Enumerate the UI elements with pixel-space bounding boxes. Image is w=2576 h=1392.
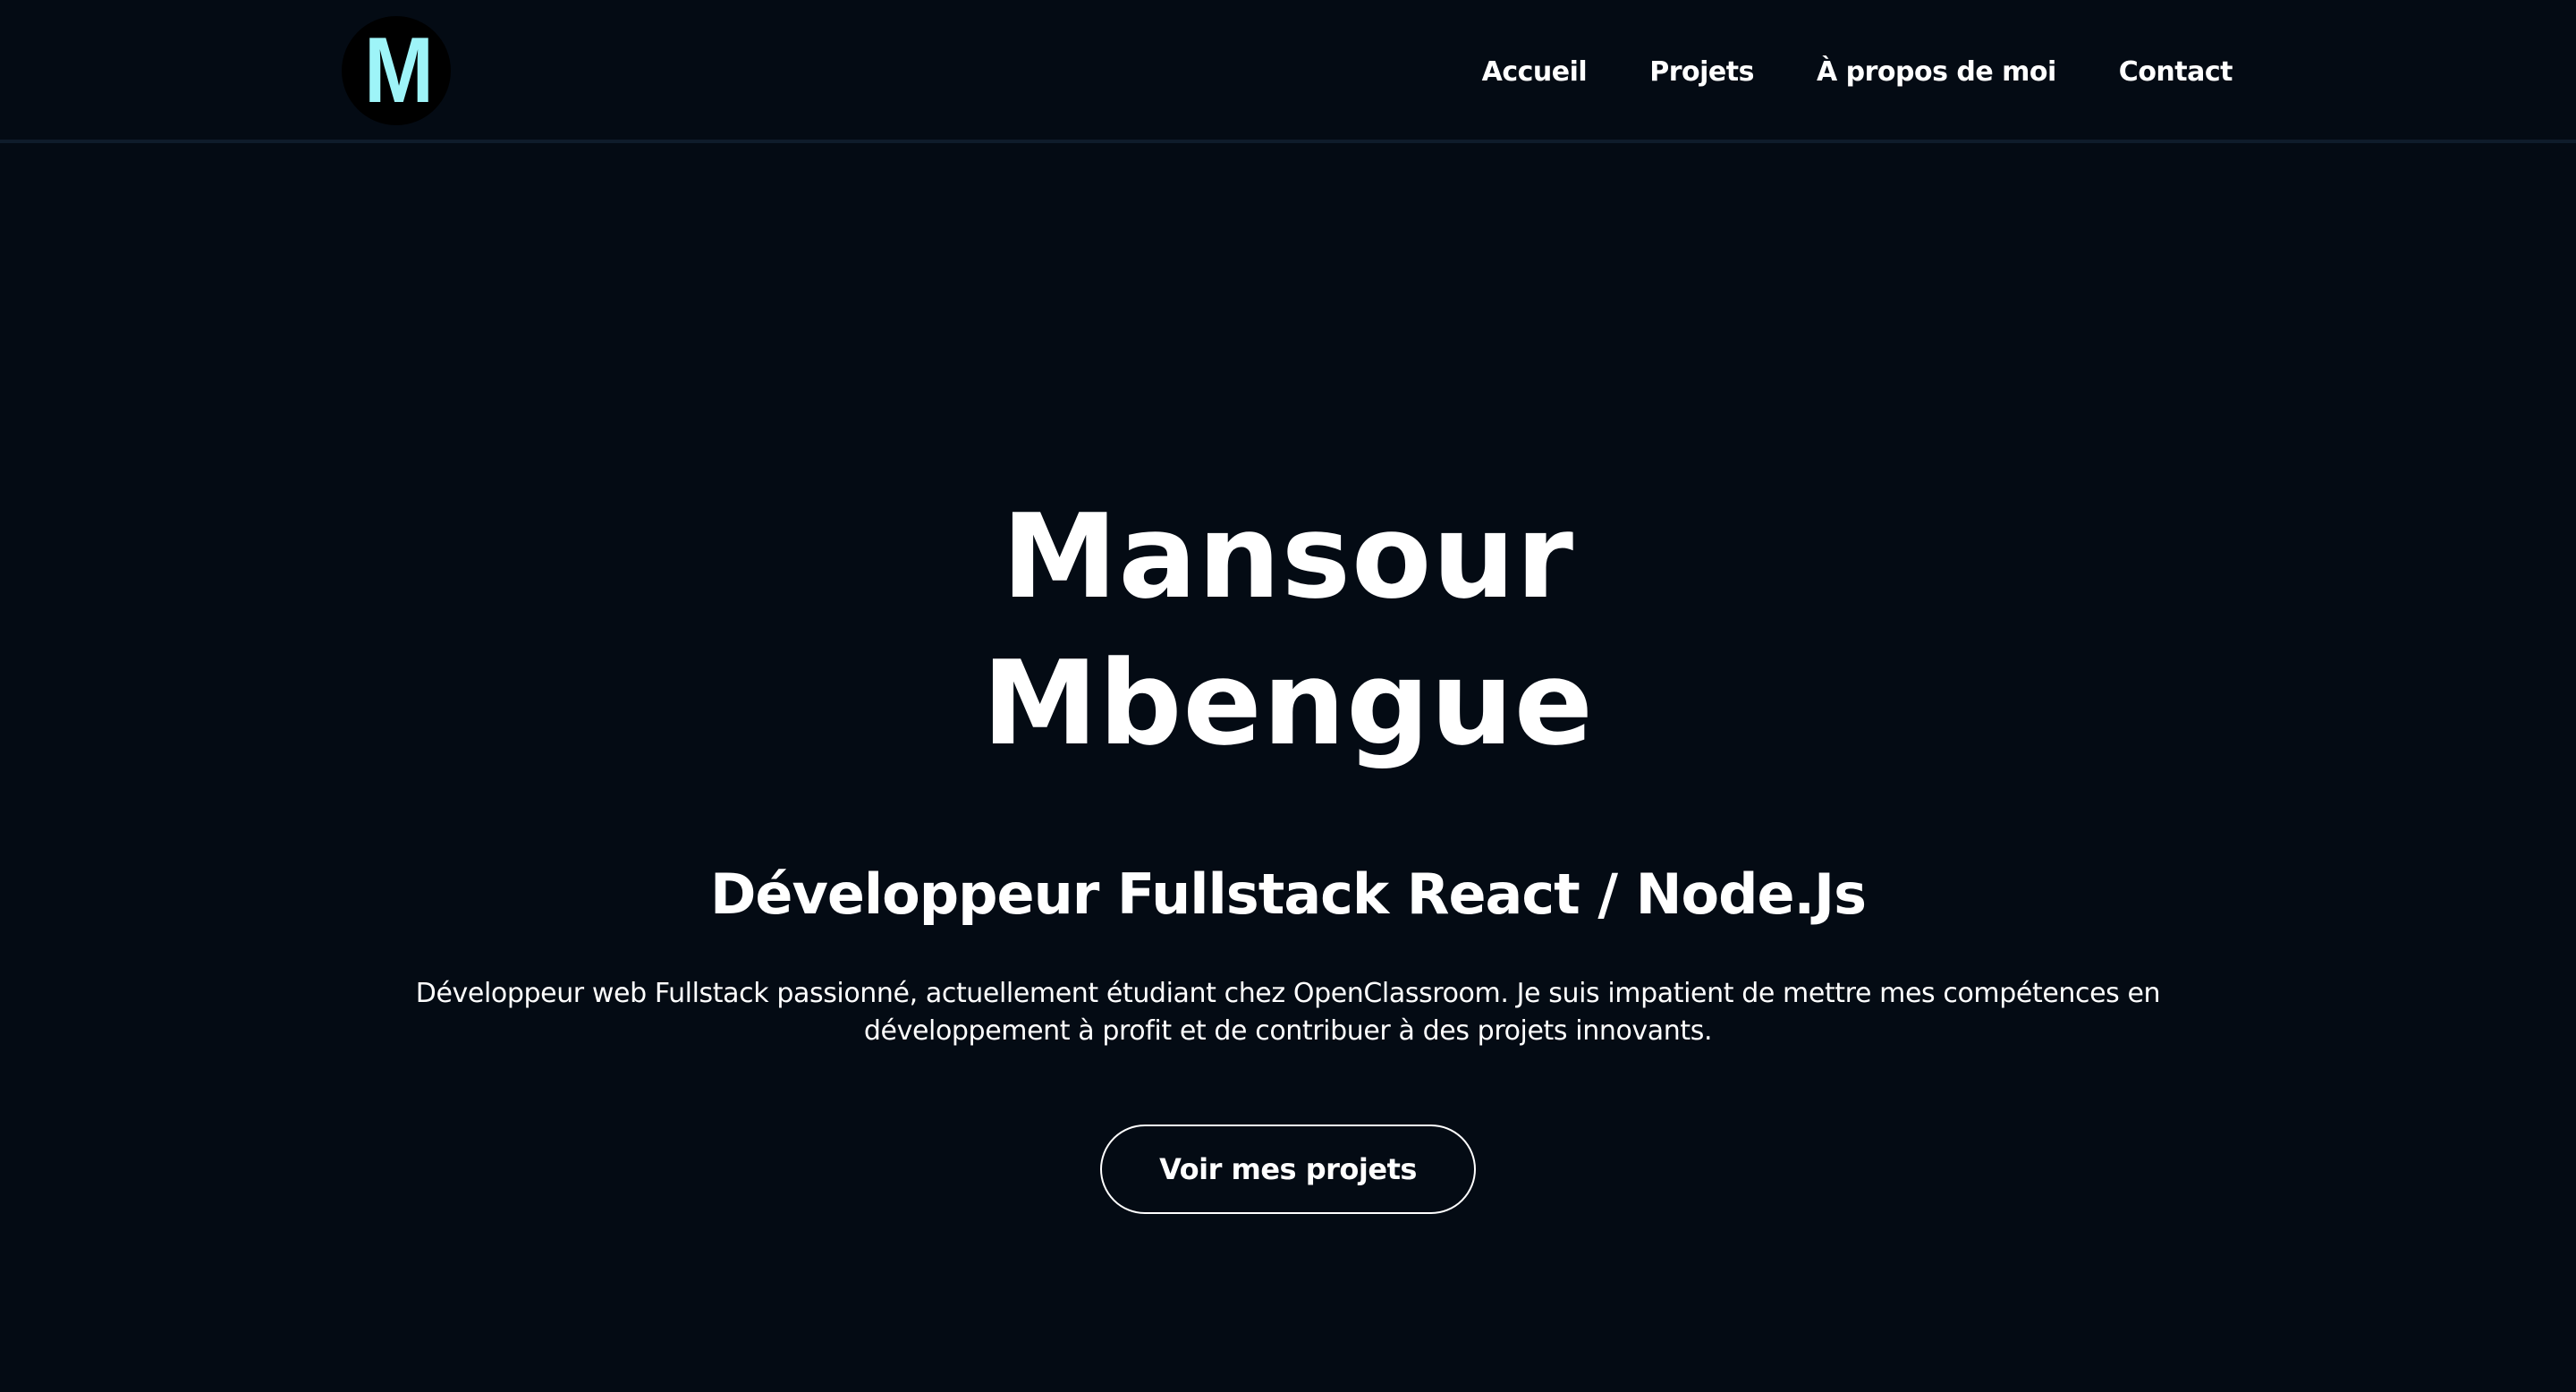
nav-link-contact[interactable]: Contact	[2119, 56, 2233, 88]
main-nav: Accueil Projets À propos de moi Contact	[1482, 0, 2233, 143]
hero-name: Mansour Mbengue	[0, 483, 2576, 777]
portfolio-page: M Accueil Projets À propos de moi Contac…	[0, 0, 2576, 1392]
nav-link-accueil[interactable]: Accueil	[1482, 56, 1588, 88]
logo-icon[interactable]: M	[342, 16, 451, 125]
hero-description: Développeur web Fullstack passionné, act…	[415, 978, 2161, 1047]
hero-role: Développeur Fullstack React / Node.Js	[709, 862, 1867, 927]
nav-link-projets[interactable]: Projets	[1649, 56, 1754, 88]
hero-name-first: Mansour	[1002, 488, 1574, 624]
view-projects-button[interactable]: Voir mes projets	[1100, 1125, 1476, 1214]
nav-link-a-propos[interactable]: À propos de moi	[1817, 56, 2056, 88]
hero-name-last: Mbengue	[982, 635, 1594, 771]
logo-letter: M	[363, 19, 434, 123]
site-header: M Accueil Projets À propos de moi Contac…	[0, 0, 2576, 143]
